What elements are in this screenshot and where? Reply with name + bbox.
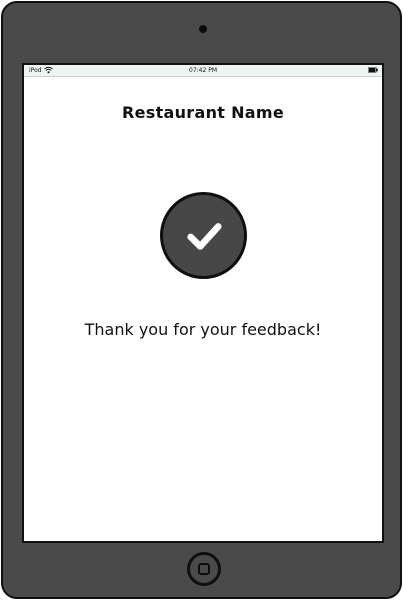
feedback-message: Thank you for your feedback! [84,320,322,339]
device-screen: iPod 07:42 PM Restaurant Name Thank you … [22,63,384,543]
front-camera [199,25,207,33]
success-badge [160,192,247,279]
tablet-frame: iPod 07:42 PM Restaurant Name Thank you … [1,1,402,599]
status-bar: iPod 07:42 PM [24,65,382,77]
home-button-icon [198,563,210,575]
home-button[interactable] [187,552,221,586]
page-title: Restaurant Name [121,103,285,122]
checkmark-icon [187,223,222,250]
status-time: 07:42 PM [189,67,217,74]
battery-icon [368,67,378,73]
